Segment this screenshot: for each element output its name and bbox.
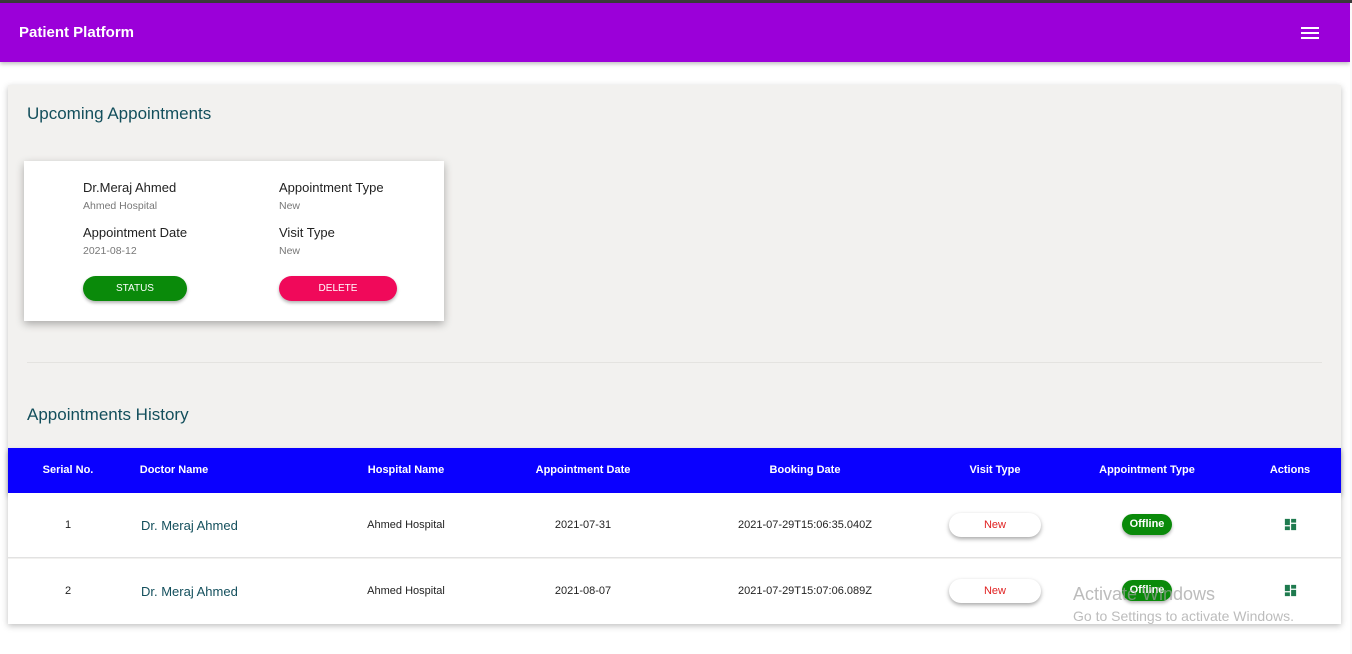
column-header-doctor: Doctor Name xyxy=(139,464,209,476)
cell-doctor-name: Dr. Meraj Ahmed xyxy=(141,584,238,599)
section-divider xyxy=(27,362,1322,363)
column-header-serial: Serial No. xyxy=(42,464,94,476)
watermark-line-1: Activate Windows xyxy=(1073,584,1216,604)
card-appointment-date-label: Appointment Date xyxy=(83,225,188,240)
app-bar: Patient Platform xyxy=(0,3,1350,62)
column-header-hospital: Hospital Name xyxy=(367,464,445,476)
main-panel: Upcoming Appointments Dr.Meraj Ahmed Ahm… xyxy=(8,85,1341,624)
upcoming-appointments-title: Upcoming Appointments xyxy=(27,104,212,123)
cell-appointment-date: 2021-07-31 xyxy=(554,519,612,531)
column-header-booking-date: Booking Date xyxy=(769,464,841,476)
column-header-actions: Actions xyxy=(1269,464,1311,476)
cell-hospital-name: Ahmed Hospital xyxy=(367,585,445,597)
column-header-appointment-date: Appointment Date xyxy=(535,464,631,476)
watermark-line-2: Go to Settings to activate Windows. xyxy=(1073,608,1294,624)
cell-doctor-name: Dr. Meraj Ahmed xyxy=(141,518,238,533)
hamburger-menu-icon[interactable] xyxy=(1299,25,1321,41)
column-header-appointment-type: Appointment Type xyxy=(1099,464,1195,476)
delete-button[interactable]: DELETE xyxy=(279,276,397,301)
dashboard-icon[interactable] xyxy=(1283,517,1298,532)
history-table-header: Serial No. Doctor Name Hospital Name App… xyxy=(8,448,1341,493)
cell-serial: 2 xyxy=(64,585,72,597)
status-button[interactable]: STATUS xyxy=(83,276,187,301)
card-appointment-date-value: 2021-08-12 xyxy=(83,245,137,257)
app-title: Patient Platform xyxy=(19,24,135,41)
appointments-history-title: Appointments History xyxy=(27,405,189,424)
cell-serial: 1 xyxy=(64,519,72,531)
card-visit-type-label: Visit Type xyxy=(279,225,335,240)
cell-booking-date: 2021-07-29T15:06:35.040Z xyxy=(738,519,872,531)
card-visit-type-value: New xyxy=(279,245,301,257)
card-appointment-type-value: New xyxy=(279,200,301,212)
visit-type-chip: New xyxy=(949,579,1041,603)
card-hospital-name: Ahmed Hospital xyxy=(83,200,158,212)
visit-type-chip: New xyxy=(949,513,1041,537)
card-doctor-name: Dr.Meraj Ahmed xyxy=(83,180,177,195)
cell-hospital-name: Ahmed Hospital xyxy=(367,519,445,531)
cell-appointment-date: 2021-08-07 xyxy=(554,585,612,597)
card-appointment-type-label: Appointment Type xyxy=(279,180,384,195)
windows-activation-watermark: Activate Windows Go to Settings to activ… xyxy=(1073,584,1294,624)
upcoming-appointment-card: Dr.Meraj Ahmed Ahmed Hospital Appointmen… xyxy=(24,161,444,321)
appointment-type-chip: Offline xyxy=(1122,514,1172,535)
table-row: 1 Dr. Meraj Ahmed Ahmed Hospital 2021-07… xyxy=(8,493,1341,558)
cell-booking-date: 2021-07-29T15:07:06.089Z xyxy=(738,585,872,597)
column-header-visit-type: Visit Type xyxy=(969,464,1021,476)
